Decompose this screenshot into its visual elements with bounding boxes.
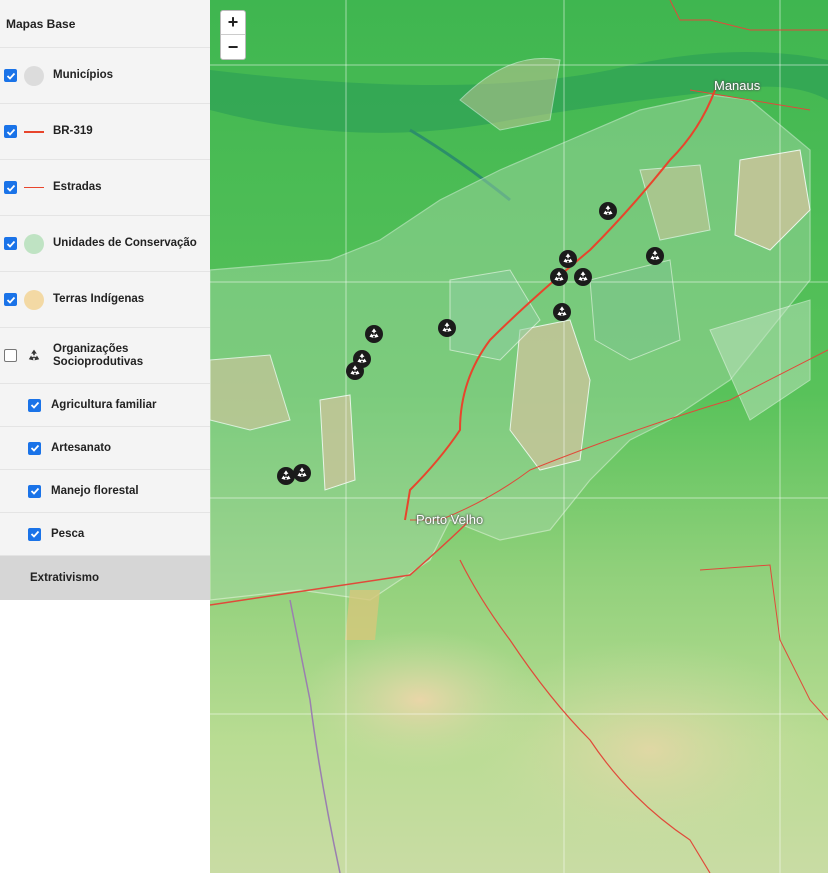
organization-marker[interactable]: [550, 268, 568, 286]
zoom-in-button[interactable]: +: [221, 11, 245, 35]
sublayer-label: Pesca: [51, 527, 85, 540]
sublayer-manejo-florestal[interactable]: Manejo florestal: [0, 470, 210, 513]
checkbox-agricultura-familiar[interactable]: [28, 398, 41, 412]
checkbox-pesca[interactable]: [28, 527, 41, 541]
organization-marker[interactable]: [365, 325, 383, 343]
sublayer-agricultura-familiar[interactable]: Agricultura familiar: [0, 384, 210, 427]
organization-marker[interactable]: [574, 268, 592, 286]
sublayer-artesanato[interactable]: Artesanato: [0, 427, 210, 470]
layer-organizacoes[interactable]: Organizações Socioprodutivas: [0, 328, 210, 384]
layer-municipios[interactable]: Municípios: [0, 48, 210, 104]
thin-red-line-icon: [23, 177, 45, 199]
layer-label: Unidades de Conservação: [53, 237, 197, 249]
app: Mapas Base Municípios BR-319 Estradas Un…: [0, 0, 828, 873]
checkbox-br319[interactable]: [4, 125, 17, 138]
circle-green-icon: [23, 233, 45, 255]
layer-estradas[interactable]: Estradas: [0, 160, 210, 216]
layer-label: BR-319: [53, 125, 93, 137]
organization-marker[interactable]: [293, 464, 311, 482]
layer-label: Estradas: [53, 181, 102, 193]
city-label-porto-velho: Porto Velho: [416, 512, 484, 527]
circle-tan-icon: [23, 289, 45, 311]
sublayer-label: Agricultura familiar: [51, 398, 157, 411]
checkbox-municipios[interactable]: [4, 69, 17, 82]
indigenous-land: [345, 590, 380, 640]
panel-title: Mapas Base: [0, 0, 210, 48]
map-view[interactable]: + − Manaus Porto Velho: [210, 0, 828, 873]
checkbox-estradas[interactable]: [4, 181, 17, 194]
indigenous-land: [319, 394, 356, 491]
checkbox-unidades-conservacao[interactable]: [4, 237, 17, 250]
sublayer-pesca[interactable]: Pesca: [0, 513, 210, 556]
organization-marker[interactable]: [553, 303, 571, 321]
layer-br319[interactable]: BR-319: [0, 104, 210, 160]
layer-label: Terras Indígenas: [53, 293, 145, 305]
circle-grey-icon: [23, 65, 45, 87]
thick-red-line-icon: [23, 121, 45, 143]
organization-marker[interactable]: [559, 250, 577, 268]
layer-panel: Mapas Base Municípios BR-319 Estradas Un…: [0, 0, 210, 600]
layer-label: Municípios: [53, 69, 114, 81]
checkbox-manejo-florestal[interactable]: [28, 484, 41, 498]
layer-unidades-conservacao[interactable]: Unidades de Conservação: [0, 216, 210, 272]
sublayer-label: Artesanato: [51, 441, 112, 454]
extrativismo-button[interactable]: Extrativismo: [0, 556, 210, 600]
organization-marker[interactable]: [438, 319, 456, 337]
zoom-control: + −: [220, 10, 246, 60]
checkbox-artesanato[interactable]: [28, 441, 41, 455]
layer-label: Organizações Socioprodutivas: [53, 342, 144, 368]
map-canvas[interactable]: [210, 0, 828, 873]
checkbox-organizacoes[interactable]: [4, 349, 17, 362]
dry-area: [470, 640, 828, 860]
city-label-manaus: Manaus: [714, 78, 761, 93]
organization-marker[interactable]: [646, 247, 664, 265]
zoom-out-button[interactable]: −: [221, 35, 245, 59]
layer-terras-indigenas[interactable]: Terras Indígenas: [0, 272, 210, 328]
sublayer-label: Manejo florestal: [51, 484, 139, 497]
checkbox-terras-indigenas[interactable]: [4, 293, 17, 306]
organization-marker[interactable]: [599, 202, 617, 220]
organization-marker[interactable]: [346, 362, 364, 380]
recycle-icon: [23, 345, 45, 367]
organization-marker[interactable]: [277, 467, 295, 485]
